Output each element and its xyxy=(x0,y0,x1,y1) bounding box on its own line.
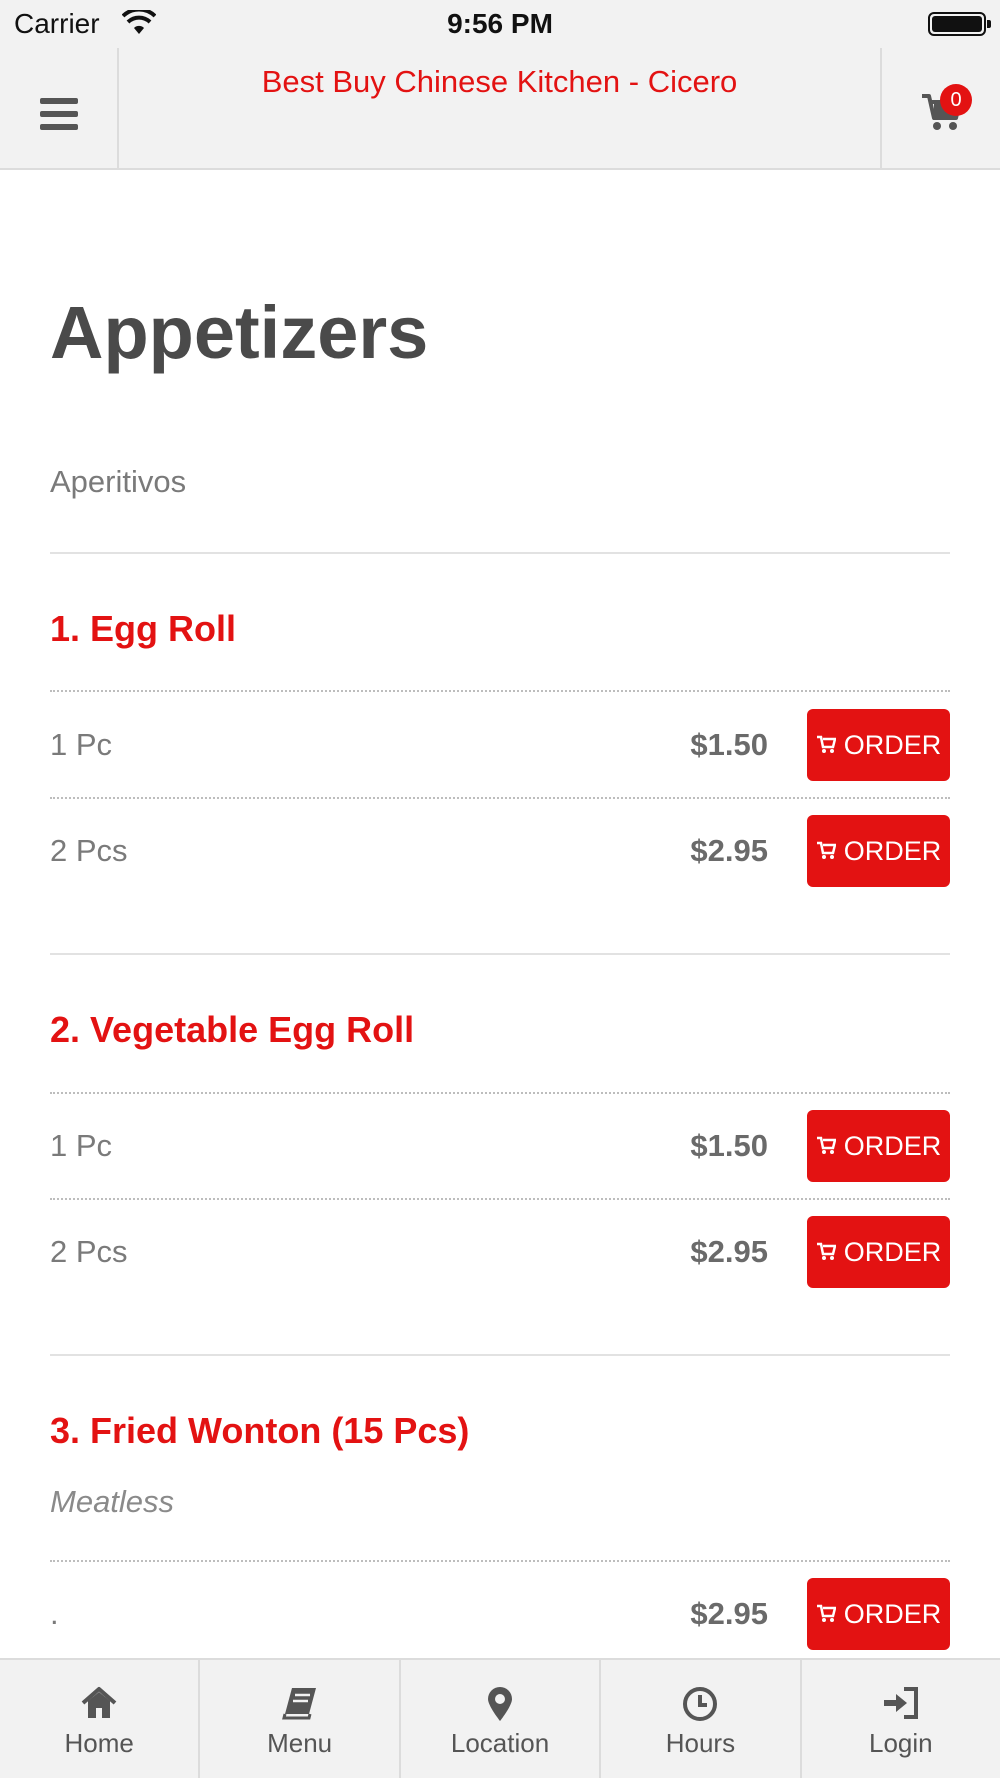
order-button[interactable]: ORDER xyxy=(807,709,950,781)
cart-plus-icon xyxy=(816,1131,837,1162)
order-button[interactable]: ORDER xyxy=(807,1216,950,1288)
menu-button[interactable] xyxy=(0,48,119,168)
login-icon xyxy=(802,1686,1000,1722)
tab-label: Menu xyxy=(267,1728,333,1758)
dotted-separator xyxy=(50,1198,950,1200)
option-price: $2.95 xyxy=(690,1234,768,1269)
item-name: 2. Vegetable Egg Roll xyxy=(50,1009,415,1050)
dotted-separator xyxy=(50,797,950,799)
order-button-label: ORDER xyxy=(843,835,942,866)
cart-count-badge: 0 xyxy=(940,84,972,116)
option-size: . xyxy=(50,1596,59,1631)
tab-home[interactable]: Home xyxy=(0,1660,201,1778)
item-note: Meatless xyxy=(50,1484,175,1519)
option-price: $2.95 xyxy=(690,1596,768,1631)
location-pin-icon xyxy=(401,1686,599,1722)
tab-label: Home xyxy=(64,1728,134,1758)
cart-plus-icon xyxy=(816,836,837,867)
option-row: 2 Pcs $2.95 ORDER xyxy=(50,815,950,887)
book-icon xyxy=(200,1686,398,1722)
tab-login[interactable]: Login xyxy=(802,1660,1000,1778)
divider xyxy=(50,552,950,554)
battery-icon xyxy=(928,12,991,36)
option-price: $1.50 xyxy=(690,727,768,762)
tab-label: Location xyxy=(450,1728,550,1758)
order-button[interactable]: ORDER xyxy=(807,1578,950,1650)
divider xyxy=(50,953,950,955)
option-size: 1 Pc xyxy=(50,1128,113,1163)
order-button-label: ORDER xyxy=(843,1236,942,1267)
option-row: 1 Pc $1.50 ORDER xyxy=(50,709,950,781)
dotted-separator xyxy=(50,690,950,692)
status-bar: Carrier 9:56 PM xyxy=(0,0,1000,48)
header-title: Best Buy Chinese Kitchen - Cicero xyxy=(261,64,738,99)
clock-icon xyxy=(601,1686,799,1722)
page-subtitle: Aperitivos xyxy=(50,464,187,499)
bottom-tab-bar: Home Menu Location Hours Login xyxy=(0,1658,1000,1778)
order-button-label: ORDER xyxy=(843,1130,942,1161)
page-title: Appetizers xyxy=(50,291,429,374)
hamburger-icon xyxy=(40,98,78,130)
cart-plus-icon xyxy=(816,730,837,761)
option-price: $2.95 xyxy=(690,833,768,868)
option-row: 2 Pcs $2.95 ORDER xyxy=(50,1216,950,1288)
dotted-separator xyxy=(50,1092,950,1094)
cart-plus-icon xyxy=(816,1237,837,1268)
item-name: 3. Fried Wonton (15 Pcs) xyxy=(50,1410,470,1451)
option-row: 1 Pc $1.50 ORDER xyxy=(50,1110,950,1182)
tab-label: Hours xyxy=(665,1728,736,1758)
option-price: $1.50 xyxy=(690,1128,768,1163)
option-size: 1 Pc xyxy=(50,727,113,762)
cart-plus-icon xyxy=(816,1599,837,1630)
cart-button[interactable]: 0 xyxy=(880,48,1000,168)
status-time: 9:56 PM xyxy=(447,8,553,39)
tab-menu[interactable]: Menu xyxy=(200,1660,401,1778)
divider xyxy=(50,1354,950,1356)
tab-hours[interactable]: Hours xyxy=(601,1660,802,1778)
option-row: . $2.95 ORDER xyxy=(50,1578,950,1650)
tab-location[interactable]: Location xyxy=(401,1660,602,1778)
option-size: 2 Pcs xyxy=(50,1234,128,1269)
home-icon xyxy=(0,1686,198,1722)
app-header: Best Buy Chinese Kitchen - Cicero 0 xyxy=(0,48,1000,170)
dotted-separator xyxy=(50,1560,950,1562)
order-button-label: ORDER xyxy=(843,1598,942,1629)
order-button[interactable]: ORDER xyxy=(807,815,950,887)
order-button-label: ORDER xyxy=(843,729,942,760)
item-name: 1. Egg Roll xyxy=(50,608,237,649)
option-size: 2 Pcs xyxy=(50,833,128,868)
order-button[interactable]: ORDER xyxy=(807,1110,950,1182)
tab-label: Login xyxy=(869,1728,933,1758)
